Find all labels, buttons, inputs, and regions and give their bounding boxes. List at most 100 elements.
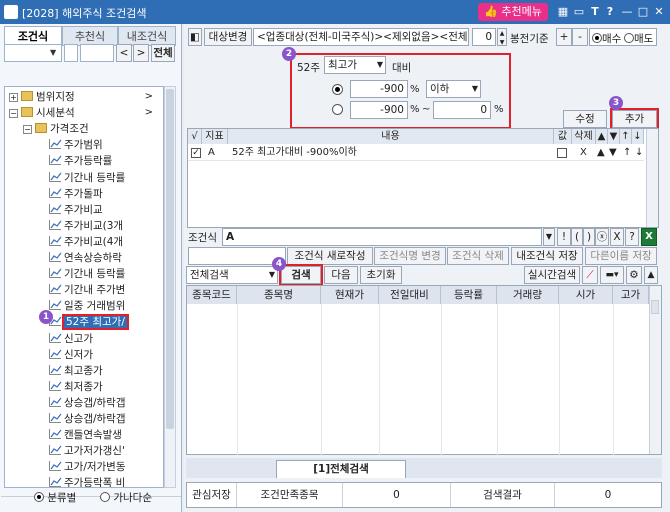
tree-item[interactable]: 고가저가갱신' (37, 443, 157, 459)
op-close-paren-button[interactable]: ) (583, 228, 595, 246)
op-x-button[interactable]: X (610, 228, 624, 246)
plus-button[interactable]: + (556, 28, 572, 46)
range-mode-radio-2[interactable] (332, 104, 343, 115)
col-change-rate[interactable]: 등락률 (441, 286, 497, 304)
range-mode-radio-1[interactable] (332, 84, 343, 95)
col-change[interactable]: 전일대비 (379, 286, 441, 304)
row-checkbox[interactable]: ✓ (191, 148, 201, 158)
row-move-down-button[interactable]: ↓ (635, 145, 643, 161)
show-all-button[interactable]: 전체 (151, 44, 175, 62)
chart-icon[interactable]: ⟋ (582, 266, 598, 284)
tree-item[interactable]: 기간내 주가변 (37, 282, 157, 298)
edit-button[interactable]: 수정 (563, 110, 607, 128)
tree-item[interactable]: + 범위지정 > (9, 89, 157, 105)
row-value-checkbox[interactable] (557, 148, 567, 158)
delete-formula-button[interactable]: 조건식 삭제 (447, 247, 509, 265)
op-open-paren-button[interactable]: ( (571, 228, 583, 246)
spin-arrows-icon[interactable]: ▲ ▼ (497, 28, 507, 46)
tree-item[interactable]: 주가등락폭 비 (37, 475, 157, 487)
tree-item[interactable]: 캔들연속발생 (37, 427, 157, 443)
table-row[interactable]: ✓ A 52주 최고가대비 -900%이하 X ▲ ▼ ↑ ↓ (188, 145, 644, 161)
col-current-price[interactable]: 현재가 (321, 286, 379, 304)
tab-all-search[interactable]: [1]전체검색 (276, 460, 406, 478)
range-from-input[interactable]: -900 (350, 101, 408, 119)
tree-item[interactable]: 주가비교(4개 (37, 234, 157, 250)
collapse-up-icon[interactable]: ▲ (644, 266, 658, 284)
tree-item[interactable]: 일중 거래범위 (37, 298, 157, 314)
search-scope-select[interactable]: 전체검색 ▼ (186, 266, 278, 284)
tree-item[interactable]: 최저종가 (37, 379, 157, 395)
tree-item[interactable]: 기간내 등락률 (37, 266, 157, 282)
tree-item[interactable]: 신저가 (37, 347, 157, 363)
save-as-button[interactable]: 다른이름 저장 (585, 247, 657, 265)
formula-input[interactable]: A (222, 228, 542, 246)
grid-scrollbar[interactable] (649, 286, 661, 454)
reset-button[interactable]: 초기화 (360, 266, 402, 284)
scrollbar-thumb[interactable] (166, 89, 174, 429)
tab-my-conditions[interactable]: 내조건식 (118, 26, 176, 46)
settings-gear-icon[interactable]: ⚙ (626, 266, 642, 284)
minus-button[interactable]: - (572, 28, 588, 46)
op-xor-button[interactable]: ⓧ (595, 228, 609, 246)
indicator-select[interactable]: 최고가 ▼ (324, 56, 386, 74)
realtime-search-button[interactable]: 실시간검색 (524, 266, 580, 284)
save-my-formula-button[interactable]: 내조건식 저장 (511, 247, 583, 265)
collapse-minus-icon[interactable]: − (9, 109, 18, 119)
tree-item[interactable]: − 시세분석 > (9, 105, 157, 121)
row-up-button[interactable]: ▲ (597, 145, 605, 161)
minimize-icon[interactable]: — (620, 5, 634, 19)
close-icon[interactable]: ✕ (652, 5, 666, 19)
bookmark-icon[interactable]: ▭ (572, 5, 586, 19)
op-not-button[interactable]: ! (557, 228, 571, 246)
tab-recommended[interactable]: 추천식 (62, 26, 118, 46)
tree-scrollbar[interactable] (164, 86, 176, 488)
formula-dropdown[interactable]: ▼ (543, 228, 555, 246)
next-button[interactable]: 다음 (324, 266, 358, 284)
save-favorites-button[interactable]: 관심저장 (187, 483, 237, 507)
tree-item[interactable]: 주가돌파 (37, 186, 157, 202)
font-size-icon[interactable]: T (588, 5, 602, 19)
col-stock-code[interactable]: 종목코드 (187, 286, 237, 304)
sell-radio[interactable]: 매도 (624, 31, 653, 46)
grid-icon[interactable]: ▦ (556, 5, 570, 19)
maximize-icon[interactable]: □ (636, 5, 650, 19)
range-to-input[interactable]: 0 (433, 101, 491, 119)
table-scrollbar[interactable] (646, 129, 658, 227)
tree-item[interactable]: 52주 최고가/ (37, 314, 157, 331)
tree-prev-button[interactable]: < (116, 44, 132, 62)
view-options-icon[interactable]: ▬▾ (600, 266, 624, 284)
help-icon[interactable]: ? (603, 5, 617, 19)
col-open[interactable]: 시가 (559, 286, 613, 304)
excel-icon[interactable]: X (641, 228, 657, 246)
col-stock-name[interactable]: 종목명 (237, 286, 321, 304)
change-target-button[interactable]: 대상변경 (204, 28, 252, 46)
expand-plus-icon[interactable]: + (9, 93, 18, 102)
tree-item[interactable]: 신고가 (37, 331, 157, 347)
collapse-minus-icon[interactable]: − (23, 125, 32, 135)
tree-item[interactable]: 연속상승하락 (37, 250, 157, 266)
tree-next-button[interactable]: > (133, 44, 149, 62)
tree-item[interactable]: 주가비교 (37, 202, 157, 218)
tree-search-input[interactable] (80, 44, 114, 62)
tree-item[interactable]: 주가범위 (37, 137, 157, 153)
recommend-menu-button[interactable]: 👍 추천메뉴 (478, 3, 548, 21)
buy-radio[interactable]: 매수 (592, 31, 621, 46)
filter-toggle[interactable] (64, 44, 78, 62)
tree-item[interactable]: 기간내 등락률 (37, 170, 157, 186)
radio-alphabetical[interactable]: 가나다순 (100, 490, 180, 506)
row-move-up-button[interactable]: ↑ (623, 145, 631, 161)
tree-item[interactable]: 고가/저가변동 (37, 459, 157, 475)
row-down-button[interactable]: ▼ (609, 145, 617, 161)
rename-formula-button[interactable]: 조건식명 변경 (374, 247, 446, 265)
col-volume[interactable]: 거래량 (497, 286, 559, 304)
scrollbar-thumb[interactable] (651, 300, 659, 314)
tree-item[interactable]: − 가격조건 (23, 121, 157, 137)
threshold-input[interactable]: -900 (350, 80, 408, 98)
operator-select[interactable]: 이하 ▼ (426, 80, 481, 98)
row-delete-button[interactable]: X (580, 145, 587, 161)
col-high[interactable]: 고가 (613, 286, 649, 304)
tree-item[interactable]: 상승갭/하락갭 (37, 395, 157, 411)
tree-item[interactable]: 상승갭/하락갭 (37, 411, 157, 427)
bong-offset-input[interactable]: 0 (472, 28, 496, 46)
tree-item[interactable]: 최고종가 (37, 363, 157, 379)
